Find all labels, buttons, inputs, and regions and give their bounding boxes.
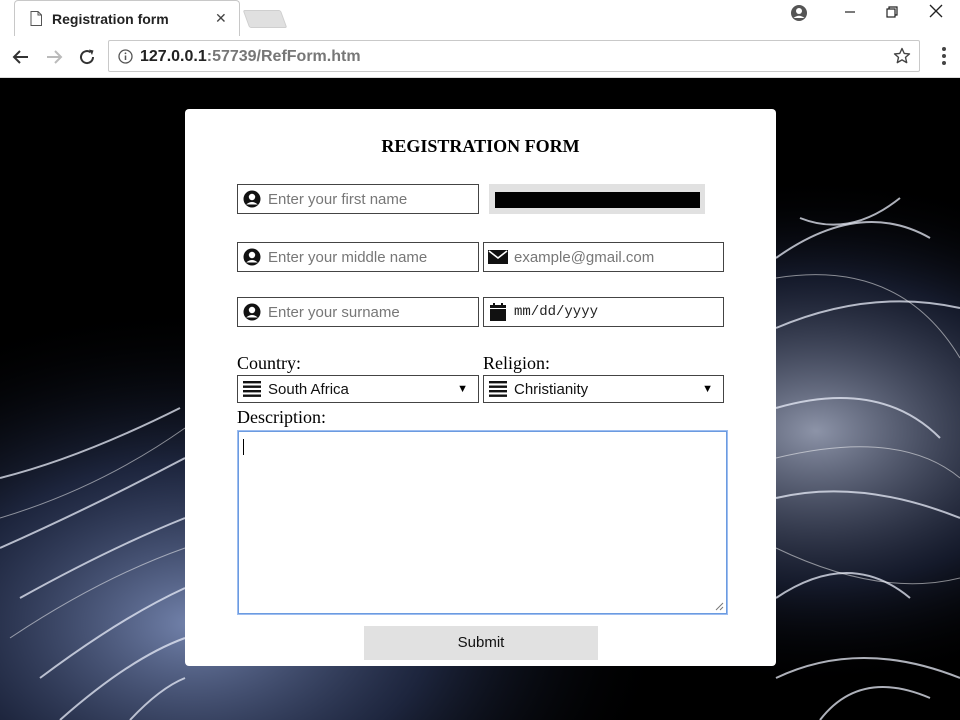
user-icon bbox=[242, 247, 262, 267]
birth-date-field[interactable]: mm/dd/yyyy bbox=[483, 297, 724, 327]
surname-input[interactable] bbox=[268, 299, 478, 325]
surname-field[interactable] bbox=[237, 297, 479, 327]
minimize-icon[interactable] bbox=[838, 4, 862, 24]
redacted-bar bbox=[495, 192, 700, 208]
country-label: Country: bbox=[237, 353, 302, 373]
close-window-icon[interactable] bbox=[924, 4, 948, 24]
first-name-field[interactable] bbox=[237, 184, 479, 214]
browser-tab[interactable]: Registration form ✕ bbox=[14, 0, 240, 36]
url-host: 127.0.0.1 bbox=[140, 48, 207, 65]
reload-icon[interactable] bbox=[74, 44, 100, 70]
new-tab-button[interactable] bbox=[242, 10, 288, 28]
registration-form-card: REGISTRATION FORM Enter your first name … bbox=[185, 109, 776, 666]
url-text: 127.0.0.1:57739/RefForm.htm bbox=[140, 48, 361, 66]
browser-toolbar: 127.0.0.1:57739/RefForm.htm bbox=[0, 36, 960, 78]
restore-icon[interactable] bbox=[880, 4, 904, 24]
religion-selected-value: Christianity bbox=[514, 380, 589, 398]
profile-icon[interactable] bbox=[790, 4, 808, 22]
list-icon bbox=[242, 379, 262, 399]
address-bar[interactable]: 127.0.0.1:57739/RefForm.htm bbox=[108, 40, 920, 72]
religion-label: Religion: bbox=[483, 353, 550, 373]
envelope-icon bbox=[488, 247, 508, 267]
user-icon bbox=[242, 189, 262, 209]
calendar-icon bbox=[488, 302, 508, 322]
middle-name-field[interactable] bbox=[237, 242, 479, 272]
resize-grip-icon[interactable] bbox=[715, 602, 724, 611]
text-cursor bbox=[243, 439, 244, 455]
country-selected-value: South Africa bbox=[268, 380, 349, 398]
document-icon bbox=[30, 11, 42, 26]
tab-strip: Registration form ✕ bbox=[0, 0, 960, 36]
middle-name-input[interactable] bbox=[268, 244, 478, 270]
forward-icon[interactable] bbox=[41, 44, 67, 70]
religion-select[interactable]: Christianity ▼ bbox=[483, 375, 724, 403]
form-title: REGISTRATION FORM bbox=[381, 136, 580, 156]
page-viewport: REGISTRATION FORM Enter your first name … bbox=[0, 78, 960, 720]
date-input[interactable]: mm/dd/yyyy bbox=[514, 304, 598, 320]
description-label: Description: bbox=[237, 407, 326, 427]
redacted-field[interactable] bbox=[489, 184, 705, 214]
first-name-input[interactable] bbox=[268, 186, 478, 212]
user-icon bbox=[242, 302, 262, 322]
submit-button[interactable]: Submit bbox=[364, 626, 598, 660]
list-icon bbox=[488, 379, 508, 399]
url-path: :57739/RefForm.htm bbox=[206, 48, 361, 65]
dropdown-arrow-icon[interactable]: ▼ bbox=[457, 383, 468, 395]
bookmark-star-icon[interactable] bbox=[893, 47, 911, 65]
browser-menu-icon[interactable] bbox=[942, 47, 946, 68]
email-input[interactable] bbox=[514, 244, 723, 270]
tab-title: Registration form bbox=[52, 11, 169, 27]
back-icon[interactable] bbox=[8, 44, 34, 70]
dropdown-arrow-icon[interactable]: ▼ bbox=[702, 383, 713, 395]
country-select[interactable]: South Africa ▼ bbox=[237, 375, 479, 403]
email-field[interactable] bbox=[483, 242, 724, 272]
close-tab-icon[interactable]: ✕ bbox=[215, 10, 227, 27]
description-textarea[interactable] bbox=[238, 431, 727, 614]
info-icon[interactable] bbox=[118, 49, 133, 64]
